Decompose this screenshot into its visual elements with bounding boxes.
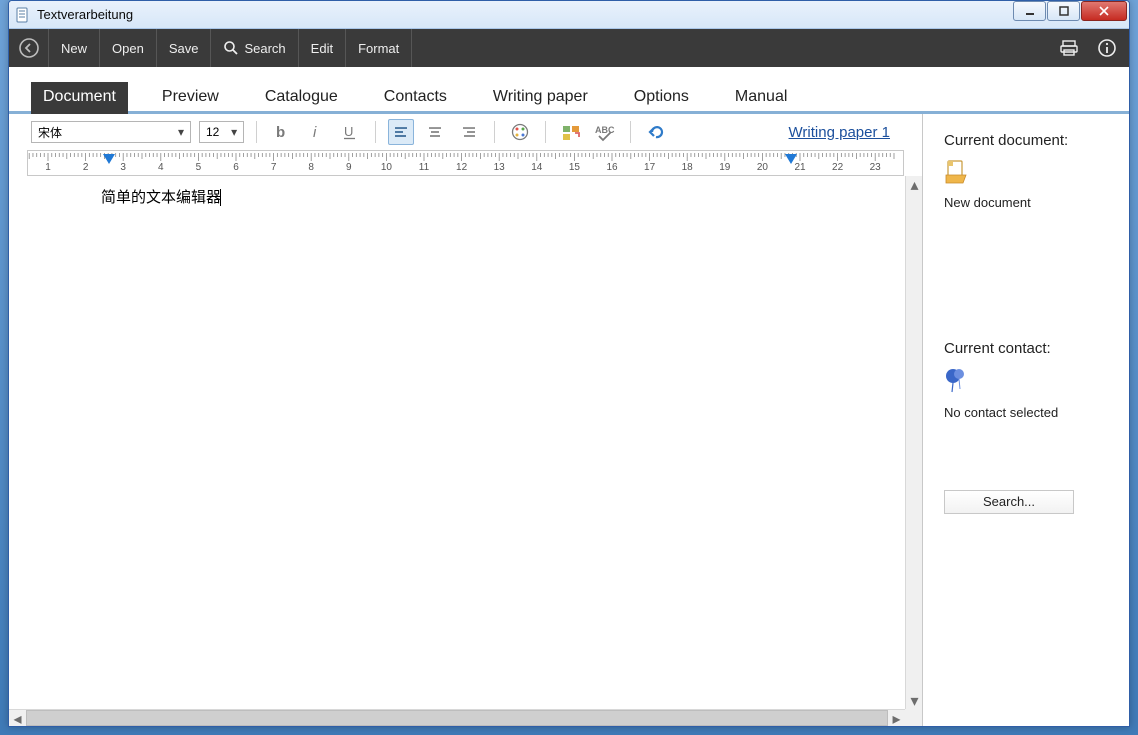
text-caret bbox=[220, 189, 221, 206]
ruler-number: 22 bbox=[832, 162, 843, 173]
ruler-number: 9 bbox=[346, 162, 352, 173]
ruler-number: 20 bbox=[757, 162, 768, 173]
align-center-button[interactable] bbox=[422, 119, 448, 145]
document-body-text: 简单的文本编辑器 bbox=[101, 190, 221, 206]
scroll-right-icon[interactable]: ▸ bbox=[888, 710, 905, 726]
tab-options[interactable]: Options bbox=[622, 82, 701, 114]
horizontal-scrollbar[interactable]: ◂ ▸ bbox=[9, 709, 905, 726]
ruler-number: 17 bbox=[644, 162, 655, 173]
ruler-left-marker[interactable] bbox=[103, 154, 115, 164]
scroll-up-icon[interactable]: ▴ bbox=[906, 176, 922, 193]
svg-text:i: i bbox=[313, 124, 317, 141]
minimize-button[interactable] bbox=[1013, 1, 1046, 21]
bold-button[interactable]: b bbox=[269, 119, 295, 145]
contact-icon bbox=[944, 367, 1113, 395]
tab-strip: Document Preview Catalogue Contacts Writ… bbox=[9, 67, 1129, 114]
document-icon bbox=[944, 159, 1113, 185]
ruler-number: 1 bbox=[45, 162, 51, 173]
contact-search-button[interactable]: Search... bbox=[944, 490, 1074, 514]
ruler-number: 8 bbox=[308, 162, 314, 173]
info-icon[interactable] bbox=[1097, 38, 1117, 58]
edit-button[interactable]: Edit bbox=[299, 29, 346, 67]
new-button[interactable]: New bbox=[49, 29, 100, 67]
scroll-down-icon[interactable]: ▾ bbox=[906, 692, 922, 709]
align-right-button[interactable] bbox=[456, 119, 482, 145]
ruler-number: 15 bbox=[569, 162, 580, 173]
ruler-number: 11 bbox=[419, 162, 429, 173]
format-toolbar: 宋体 ▾ 12 ▾ b i U ABC bbox=[9, 114, 922, 150]
tab-document[interactable]: Document bbox=[31, 82, 128, 114]
app-icon bbox=[15, 7, 31, 23]
ruler-number: 19 bbox=[719, 162, 730, 173]
ruler-number: 7 bbox=[271, 162, 277, 173]
font-size-value: 12 bbox=[200, 125, 225, 139]
side-panel: Current document: New document Current c… bbox=[924, 114, 1129, 726]
svg-text:b: b bbox=[276, 124, 285, 141]
app-window: Textverarbeitung New Open Save Search Ed… bbox=[8, 0, 1130, 727]
color-palette-button[interactable] bbox=[507, 119, 533, 145]
main-toolbar: New Open Save Search Edit Format bbox=[9, 29, 1129, 67]
scroll-left-icon[interactable]: ◂ bbox=[9, 710, 26, 726]
italic-button[interactable]: i bbox=[303, 119, 329, 145]
vertical-scrollbar[interactable]: ▴ ▾ bbox=[905, 176, 922, 709]
font-family-value: 宋体 bbox=[32, 124, 172, 141]
ruler-number: 14 bbox=[531, 162, 542, 173]
tab-manual[interactable]: Manual bbox=[723, 82, 799, 114]
svg-text:U: U bbox=[344, 124, 353, 139]
ruler-number: 12 bbox=[456, 162, 467, 173]
current-document-value: New document bbox=[944, 195, 1113, 210]
print-icon[interactable] bbox=[1059, 38, 1079, 58]
current-contact-label: Current contact: bbox=[944, 340, 1113, 357]
tab-contacts[interactable]: Contacts bbox=[372, 82, 459, 114]
save-button[interactable]: Save bbox=[157, 29, 212, 67]
spellcheck-button[interactable]: ABC bbox=[592, 119, 618, 145]
ruler-number: 4 bbox=[158, 162, 164, 173]
current-document-label: Current document: bbox=[944, 132, 1113, 149]
document-page[interactable]: 简单的文本编辑器 bbox=[9, 176, 922, 709]
maximize-button[interactable] bbox=[1047, 1, 1080, 21]
open-button[interactable]: Open bbox=[100, 29, 157, 67]
ruler-number: 18 bbox=[682, 162, 693, 173]
search-button[interactable]: Search bbox=[211, 29, 298, 67]
writing-paper-link[interactable]: Writing paper 1 bbox=[789, 124, 890, 141]
svg-text:ABC: ABC bbox=[595, 125, 615, 135]
ruler-number: 13 bbox=[494, 162, 505, 173]
undo-button[interactable] bbox=[643, 119, 669, 145]
ruler[interactable]: 1234567891011121314151617181920212223 bbox=[27, 150, 904, 176]
window-title: Textverarbeitung bbox=[37, 7, 1012, 22]
current-contact-value: No contact selected bbox=[944, 405, 1113, 420]
format-button[interactable]: Format bbox=[346, 29, 412, 67]
window-controls bbox=[1012, 5, 1127, 25]
ruler-number: 6 bbox=[233, 162, 239, 173]
ruler-number: 23 bbox=[870, 162, 881, 173]
tab-writing-paper[interactable]: Writing paper bbox=[481, 82, 600, 114]
ruler-right-marker[interactable] bbox=[785, 154, 797, 164]
tab-catalogue[interactable]: Catalogue bbox=[253, 82, 350, 114]
ruler-number: 5 bbox=[196, 162, 202, 173]
underline-button[interactable]: U bbox=[337, 119, 363, 145]
ruler-number: 3 bbox=[120, 162, 126, 173]
ruler-number: 16 bbox=[606, 162, 617, 173]
chevron-down-icon: ▾ bbox=[172, 122, 190, 142]
close-button[interactable] bbox=[1081, 1, 1127, 21]
tab-preview[interactable]: Preview bbox=[150, 82, 231, 114]
ruler-number: 2 bbox=[83, 162, 89, 173]
chevron-down-icon: ▾ bbox=[225, 122, 243, 142]
font-family-select[interactable]: 宋体 ▾ bbox=[31, 121, 191, 143]
ruler-number: 10 bbox=[381, 162, 392, 173]
font-size-select[interactable]: 12 ▾ bbox=[199, 121, 244, 143]
titlebar: Textverarbeitung bbox=[9, 1, 1129, 29]
align-left-button[interactable] bbox=[388, 119, 414, 145]
back-button[interactable] bbox=[9, 29, 49, 67]
insert-field-button[interactable] bbox=[558, 119, 584, 145]
